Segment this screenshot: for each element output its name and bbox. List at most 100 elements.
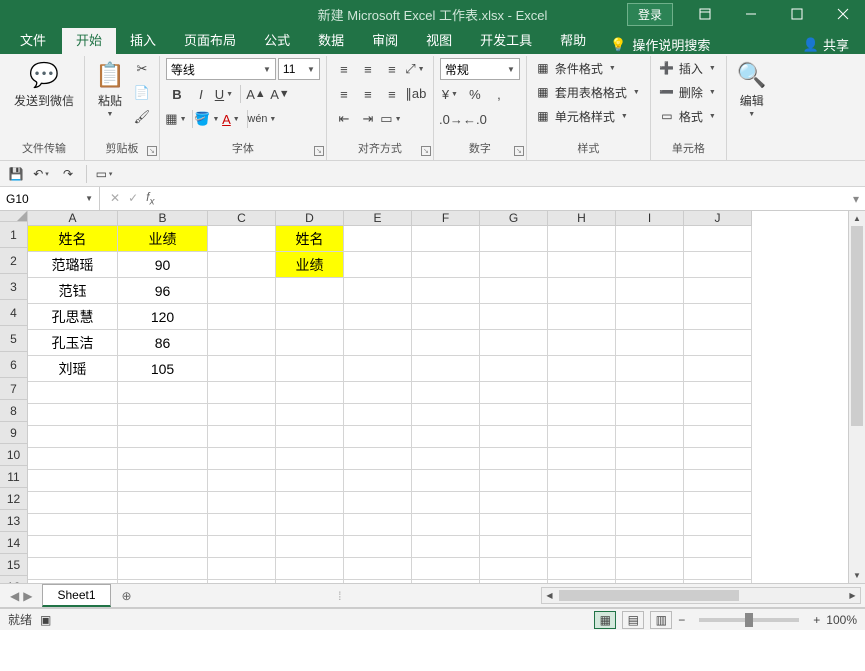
cell-D2[interactable]: 业绩 [276,252,344,278]
cell-styles-button[interactable]: ▦单元格样式▼ [533,106,632,126]
cell-C1[interactable] [208,226,276,252]
cell-E7[interactable] [344,382,412,404]
dialog-launcher-icon[interactable]: ↘ [147,146,157,156]
cell-A3[interactable]: 范钰 [28,278,118,304]
cell-D6[interactable] [276,356,344,382]
cell-I16[interactable] [616,580,684,583]
sheet-tab-1[interactable]: Sheet1 [42,584,110,607]
increase-indent-button[interactable]: ⇥ [357,108,379,130]
cell-D9[interactable] [276,426,344,448]
cell-F4[interactable] [412,304,480,330]
increase-decimal-button[interactable]: .0→ [440,108,462,130]
cell-D8[interactable] [276,404,344,426]
cell-J15[interactable] [684,558,752,580]
cell-J7[interactable] [684,382,752,404]
cell-B5[interactable]: 86 [118,330,208,356]
horizontal-scrollbar[interactable]: ◀ ▶ [541,587,861,604]
increase-font-button[interactable]: A▲ [245,83,267,105]
cell-H14[interactable] [548,536,616,558]
cell-J14[interactable] [684,536,752,558]
cell-A14[interactable] [28,536,118,558]
undo-button[interactable]: ↶▾ [32,164,52,184]
cell-E2[interactable] [344,252,412,278]
cell-A12[interactable] [28,492,118,514]
enter-icon[interactable]: ✓ [128,191,138,205]
cell-E11[interactable] [344,470,412,492]
row-header-3[interactable]: 3 [0,274,28,300]
cell-H2[interactable] [548,252,616,278]
zoom-slider[interactable] [699,618,799,622]
number-format-combo[interactable]: 常规▼ [440,58,520,80]
cell-H9[interactable] [548,426,616,448]
row-header-4[interactable]: 4 [0,300,28,326]
cell-B8[interactable] [118,404,208,426]
cell-G16[interactable] [480,580,548,583]
zoom-in-button[interactable]: + [813,613,820,627]
cell-E4[interactable] [344,304,412,330]
hscroll-thumb[interactable] [559,590,739,601]
login-button[interactable]: 登录 [627,3,673,26]
cell-I8[interactable] [616,404,684,426]
cell-E1[interactable] [344,226,412,252]
cell-I11[interactable] [616,470,684,492]
row-header-14[interactable]: 14 [0,532,28,554]
cell-I13[interactable] [616,514,684,536]
maximize-icon[interactable] [775,0,819,28]
fx-button[interactable]: fx [146,190,154,207]
cell-C7[interactable] [208,382,276,404]
tab-developer[interactable]: 开发工具 [466,25,546,54]
cell-J9[interactable] [684,426,752,448]
row-header-8[interactable]: 8 [0,400,28,422]
cell-E15[interactable] [344,558,412,580]
cell-H7[interactable] [548,382,616,404]
cell-G8[interactable] [480,404,548,426]
cell-G9[interactable] [480,426,548,448]
cell-B12[interactable] [118,492,208,514]
cell-C13[interactable] [208,514,276,536]
underline-button[interactable]: U▼ [214,83,236,105]
tab-layout[interactable]: 页面布局 [170,25,250,54]
comma-button[interactable]: , [488,83,510,105]
cell-F8[interactable] [412,404,480,426]
tab-file[interactable]: 文件 [4,25,62,54]
macro-record-icon[interactable]: ▣ [40,613,51,627]
normal-view-button[interactable]: ▦ [594,611,616,629]
cell-D10[interactable] [276,448,344,470]
cell-I3[interactable] [616,278,684,304]
cell-I12[interactable] [616,492,684,514]
cell-I7[interactable] [616,382,684,404]
border-button[interactable]: ▦▼ [166,108,188,130]
cell-H4[interactable] [548,304,616,330]
cell-I4[interactable] [616,304,684,330]
cell-B14[interactable] [118,536,208,558]
row-header-16[interactable]: 16 [0,576,28,584]
cell-F7[interactable] [412,382,480,404]
delete-cells-button[interactable]: ➖删除▼ [657,82,720,102]
column-header-F[interactable]: F [412,211,480,226]
column-header-I[interactable]: I [616,211,684,226]
copy-button[interactable]: 📄 [131,82,153,104]
cell-H8[interactable] [548,404,616,426]
column-header-G[interactable]: G [480,211,548,226]
cell-A5[interactable]: 孔玉洁 [28,330,118,356]
cell-H1[interactable] [548,226,616,252]
cell-B9[interactable] [118,426,208,448]
edit-button[interactable]: 🔍 编辑▼ [733,58,771,120]
cell-C6[interactable] [208,356,276,382]
font-color-button[interactable]: A▼ [221,108,243,130]
page-layout-view-button[interactable]: ▤ [622,611,644,629]
column-header-A[interactable]: A [28,211,118,226]
cell-G4[interactable] [480,304,548,330]
cell-F2[interactable] [412,252,480,278]
cell-B6[interactable]: 105 [118,356,208,382]
cell-F13[interactable] [412,514,480,536]
row-header-6[interactable]: 6 [0,352,28,378]
qat-custom-button[interactable]: ▭▾ [95,164,115,184]
cell-H6[interactable] [548,356,616,382]
cell-F5[interactable] [412,330,480,356]
scroll-thumb[interactable] [851,226,863,426]
cell-E12[interactable] [344,492,412,514]
send-wechat-button[interactable]: 💬 发送到微信 [10,58,78,111]
tab-review[interactable]: 审阅 [358,25,412,54]
decrease-indent-button[interactable]: ⇤ [333,108,355,130]
